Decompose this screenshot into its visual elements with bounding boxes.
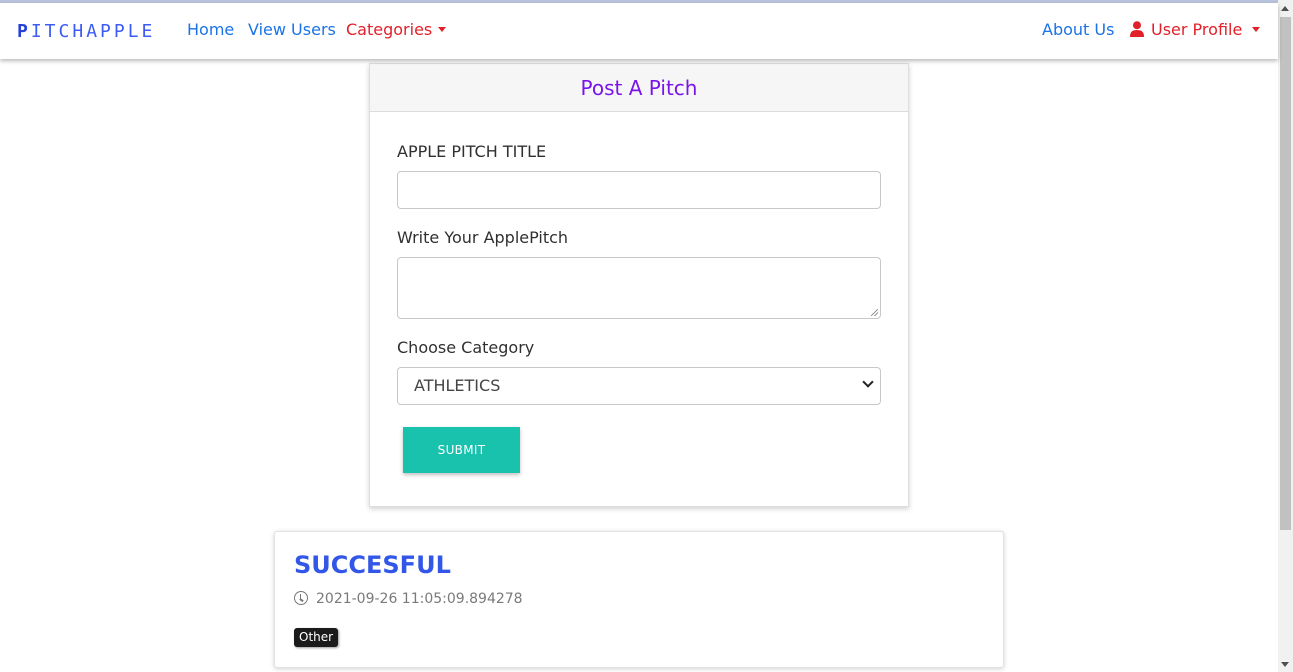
brand-logo-rest: ITCHAPPLE [30,21,156,42]
pitch-timestamp: 2021-09-26 11:05:09.894278 [316,591,523,607]
form-header: Post A Pitch [370,64,908,112]
pitch-text-label: Write Your ApplePitch [397,228,569,247]
title-label: APPLE PITCH TITLE [397,142,547,161]
nav-about-link[interactable]: About Us [1042,20,1114,39]
brand-logo[interactable]: PITCHAPPLE [17,21,155,42]
category-select[interactable]: ATHLETICS [397,367,881,405]
nav-categories-dropdown[interactable]: Categories [346,20,447,39]
nav-user-profile-label: User Profile [1151,20,1243,39]
page-scrollbar[interactable] [1278,0,1293,672]
category-label: Choose Category [397,338,535,357]
nav-home-link[interactable]: Home [187,20,234,39]
user-icon [1130,21,1144,37]
scroll-up-arrow-icon[interactable] [1281,6,1289,11]
pitch-title[interactable]: SUCCESFUL [294,551,451,579]
caret-down-icon [1252,27,1261,32]
nav-view-users-link[interactable]: View Users [248,20,336,39]
nav-user-profile-dropdown[interactable]: User Profile [1130,20,1261,39]
resize-handle[interactable] [871,309,878,316]
brand-logo-initial: P [17,21,31,42]
pitch-title-input[interactable] [397,171,881,209]
pitch-text-textarea[interactable] [397,257,881,319]
clock-icon [294,591,308,605]
pitch-card: SUCCESFUL 2021-09-26 11:05:09.894278 Oth… [274,531,1004,668]
post-pitch-form-card: Post A Pitch APPLE PITCH TITLE Write You… [369,63,909,507]
scrollbar-thumb[interactable] [1280,17,1291,530]
submit-button[interactable]: SUBMIT [403,427,520,473]
category-badge: Other [294,628,339,647]
scroll-down-arrow-icon[interactable] [1281,662,1289,667]
chevron-down-icon [862,376,874,388]
nav-categories-label: Categories [346,20,433,39]
navbar: PITCHAPPLE Home View Users Categories Ab… [0,3,1278,59]
category-selected-value: ATHLETICS [414,376,501,395]
caret-down-icon [438,27,447,32]
